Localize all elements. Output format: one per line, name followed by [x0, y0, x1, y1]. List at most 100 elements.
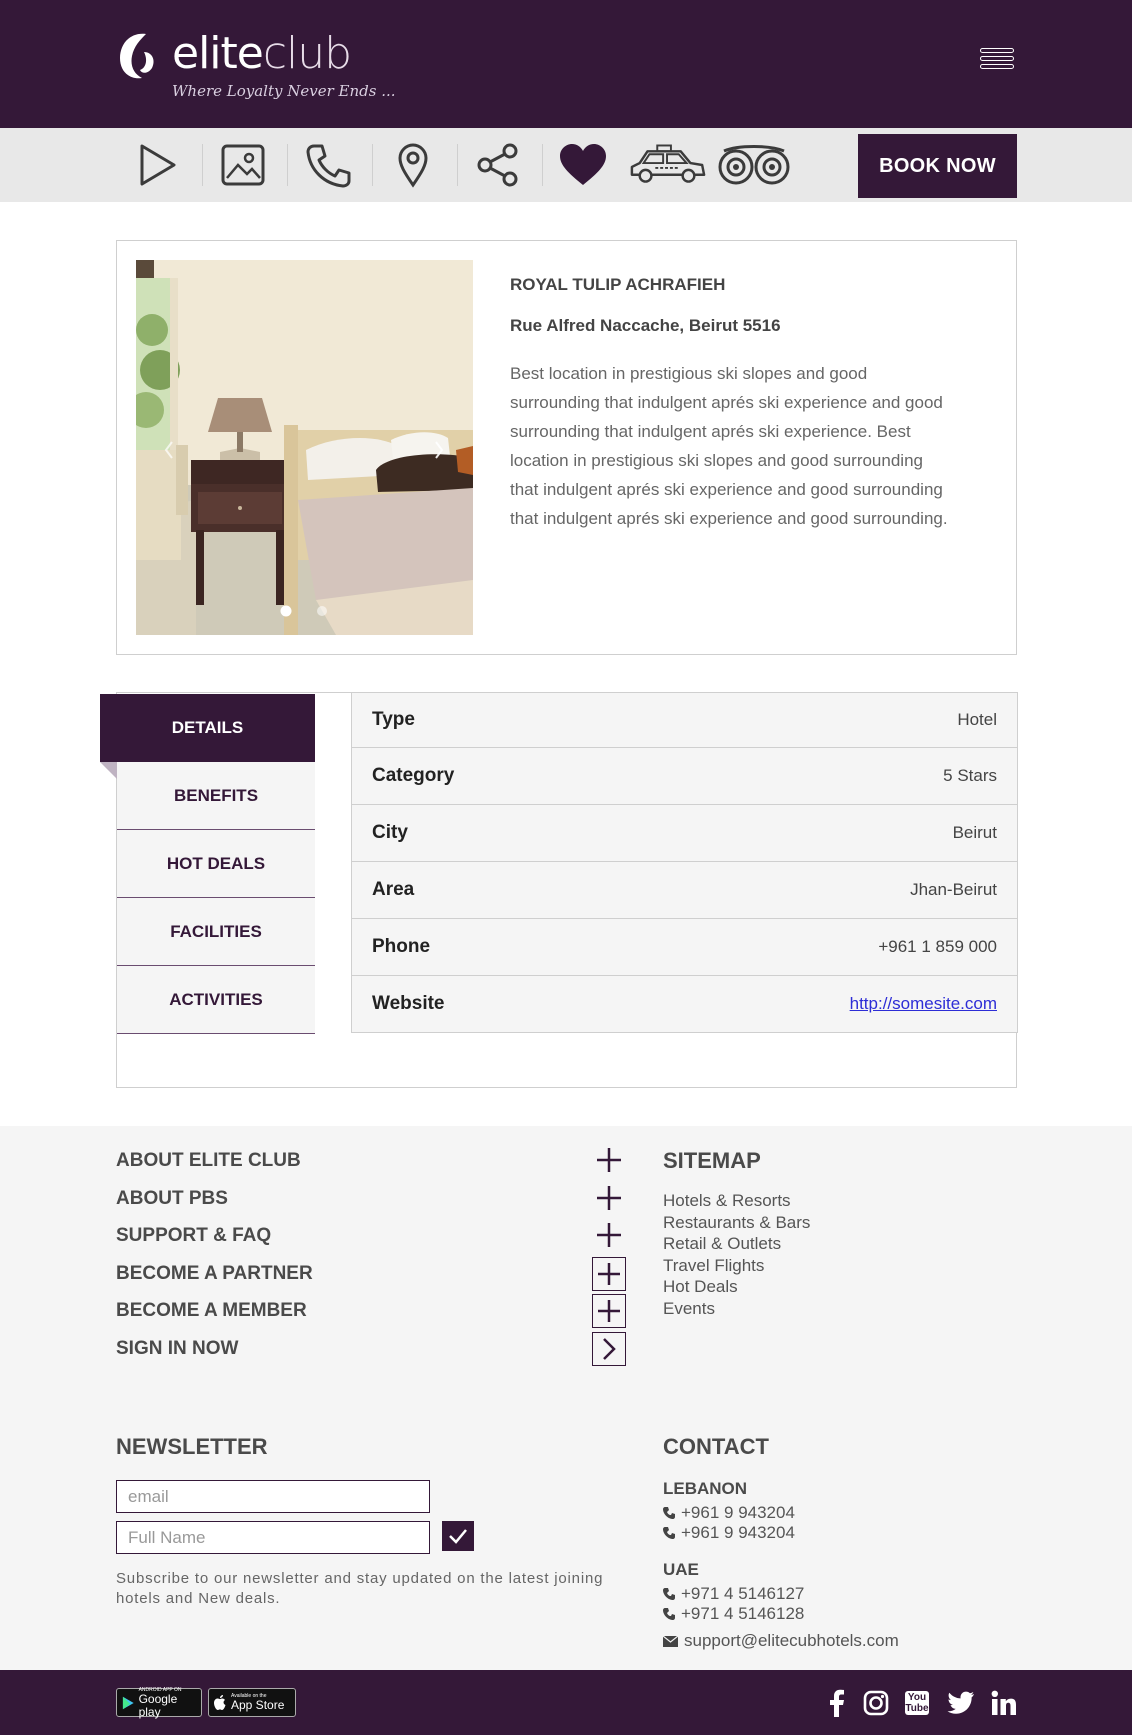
email-address: support@elitecubhotels.com — [684, 1631, 899, 1650]
app-store-badge[interactable]: Available on the App Store — [208, 1688, 296, 1717]
sitemap-link[interactable]: Retail & Outlets — [663, 1233, 810, 1255]
location-pin-icon[interactable] — [373, 138, 453, 192]
website-link[interactable]: http://somesite.com — [850, 994, 997, 1014]
hotel-address: Rue Alfred Naccache, Beirut 5516 — [510, 316, 781, 335]
twitter-icon[interactable] — [944, 1686, 978, 1720]
phone-number: +971 4 5146128 — [681, 1604, 805, 1623]
google-play-badge[interactable]: ANDROID APP ON Google play — [116, 1687, 202, 1718]
footer-link-support-faq[interactable]: SUPPORT & FAQ — [116, 1225, 271, 1247]
detail-key: City — [372, 822, 408, 843]
detail-key: Area — [372, 879, 415, 900]
tab-hot-deals[interactable]: HOT DEALS — [117, 830, 315, 898]
tripadvisor-icon[interactable] — [714, 138, 794, 192]
details-table: Type Hotel Category 5 Stars City Beirut … — [351, 692, 1018, 1033]
detail-key: Phone — [372, 936, 431, 957]
phone-icon — [663, 1608, 675, 1620]
country-lebanon: LEBANON — [663, 1479, 748, 1498]
play-icon[interactable] — [118, 138, 198, 192]
chevron-right-icon[interactable] — [592, 1332, 626, 1366]
facebook-icon[interactable] — [820, 1686, 854, 1720]
logo-word-club: club — [262, 28, 352, 79]
detail-value: Beirut — [952, 823, 997, 842]
sitemap-heading: SITEMAP — [663, 1148, 761, 1173]
table-row: Phone +961 1 859 000 — [351, 919, 1018, 976]
apple-icon — [214, 1695, 226, 1710]
phone-icon — [663, 1527, 675, 1539]
detail-key: Type — [372, 709, 415, 730]
tab-fold-corner — [100, 762, 117, 779]
table-row: City Beirut — [351, 805, 1018, 862]
detail-key: Website — [372, 993, 445, 1014]
logo-mark-icon — [120, 33, 154, 79]
tab-facilities[interactable]: FACILITIES — [117, 898, 315, 966]
sitemap-list: Hotels & Resorts Restaurants & Bars Reta… — [663, 1190, 810, 1319]
contact-email[interactable]: support@elitecubhotels.com — [663, 1631, 899, 1651]
phone-number: +971 4 5146127 — [681, 1584, 805, 1603]
share-icon[interactable] — [458, 138, 538, 192]
taxi-icon[interactable] — [628, 138, 708, 192]
hotel-card: ROYAL TULIP ACHRAFIEH Rue Alfred Naccach… — [116, 240, 1017, 655]
detail-value: 5 Stars — [943, 766, 997, 785]
phone-icon[interactable] — [288, 138, 368, 192]
footer-link-become-member[interactable]: BECOME A MEMBER — [116, 1300, 307, 1322]
email-field[interactable]: email — [116, 1480, 430, 1513]
newsletter-heading: NEWSLETTER — [116, 1434, 268, 1459]
footer-link-about-pbs[interactable]: ABOUT PBS — [116, 1188, 228, 1210]
table-row: Category 5 Stars — [351, 748, 1018, 805]
hotel-room-photo — [136, 260, 473, 635]
sitemap-link[interactable]: Events — [663, 1298, 810, 1320]
footer-link-become-partner[interactable]: BECOME A PARTNER — [116, 1263, 313, 1285]
detail-key: Category — [372, 765, 455, 786]
site-footer: ABOUT ELITE CLUB ABOUT PBS SUPPORT & FAQ… — [0, 1126, 1132, 1670]
logo-tagline: Where Loyalty Never Ends ... — [172, 82, 396, 100]
action-toolbar: BOOK NOW — [0, 128, 1132, 202]
phone-number: +961 9 943204 — [681, 1503, 795, 1522]
detail-value: Jhan-Beirut — [910, 880, 997, 899]
sitemap-link[interactable]: Hot Deals — [663, 1276, 810, 1298]
country-uae: UAE — [663, 1560, 699, 1579]
contact-phone[interactable]: +961 9 943204 — [663, 1503, 795, 1523]
logo-word-elite: elite — [172, 28, 264, 79]
plus-icon[interactable] — [592, 1143, 626, 1177]
detail-value: +961 1 859 000 — [878, 937, 997, 956]
contact-phone[interactable]: +971 4 5146128 — [663, 1604, 804, 1624]
gallery-icon[interactable] — [203, 138, 283, 192]
youtube-icon[interactable]: You Tube — [900, 1686, 934, 1720]
plus-icon[interactable] — [592, 1257, 626, 1291]
plus-icon[interactable] — [592, 1218, 626, 1252]
book-now-button[interactable]: BOOK NOW — [858, 134, 1017, 198]
tab-details[interactable]: DETAILS — [100, 694, 315, 762]
footer-link-about-elite-club[interactable]: ABOUT ELITE CLUB — [116, 1150, 301, 1172]
tab-benefits[interactable]: BENEFITS — [117, 762, 315, 830]
hotel-photo-carousel[interactable] — [136, 260, 473, 635]
hamburger-icon[interactable] — [980, 48, 1018, 82]
newsletter-submit-button[interactable] — [442, 1521, 474, 1551]
sitemap-link[interactable]: Restaurants & Bars — [663, 1212, 810, 1234]
contact-phone[interactable]: +971 4 5146127 — [663, 1584, 804, 1604]
phone-icon — [663, 1588, 675, 1600]
site-header: eliteclub Where Loyalty Never Ends ... — [0, 0, 1132, 128]
logo-wordmark: eliteclub — [172, 32, 352, 76]
sitemap-link[interactable]: Travel Flights — [663, 1255, 810, 1277]
plus-icon[interactable] — [592, 1181, 626, 1215]
contact-phone[interactable]: +961 9 943204 — [663, 1523, 795, 1543]
phone-number: +961 9 943204 — [681, 1523, 795, 1542]
instagram-icon[interactable] — [859, 1686, 893, 1720]
details-panel: DETAILS BENEFITS HOT DEALS FACILITIES AC… — [100, 692, 1018, 1088]
footer-link-sign-in[interactable]: SIGN IN NOW — [116, 1338, 238, 1360]
heart-icon[interactable] — [543, 138, 623, 192]
hotel-description: Best location in prestigious ski slopes … — [510, 364, 948, 528]
contact-heading: CONTACT — [663, 1434, 769, 1459]
plus-icon[interactable] — [592, 1294, 626, 1328]
table-row: Type Hotel — [351, 692, 1018, 748]
sitemap-link[interactable]: Hotels & Resorts — [663, 1190, 810, 1212]
full-name-field[interactable]: Full Name — [116, 1521, 430, 1554]
hotel-name: ROYAL TULIP ACHRAFIEH — [510, 275, 726, 294]
table-row: Website http://somesite.com — [351, 976, 1018, 1033]
phone-icon — [663, 1507, 675, 1519]
elite-club-logo[interactable]: eliteclub Where Loyalty Never Ends ... — [116, 30, 396, 106]
bottom-bar: ANDROID APP ON Google play Available on t… — [0, 1670, 1132, 1735]
table-row: Area Jhan-Beirut — [351, 862, 1018, 919]
tab-activities[interactable]: ACTIVITIES — [117, 966, 315, 1034]
linkedin-icon[interactable] — [987, 1686, 1021, 1720]
